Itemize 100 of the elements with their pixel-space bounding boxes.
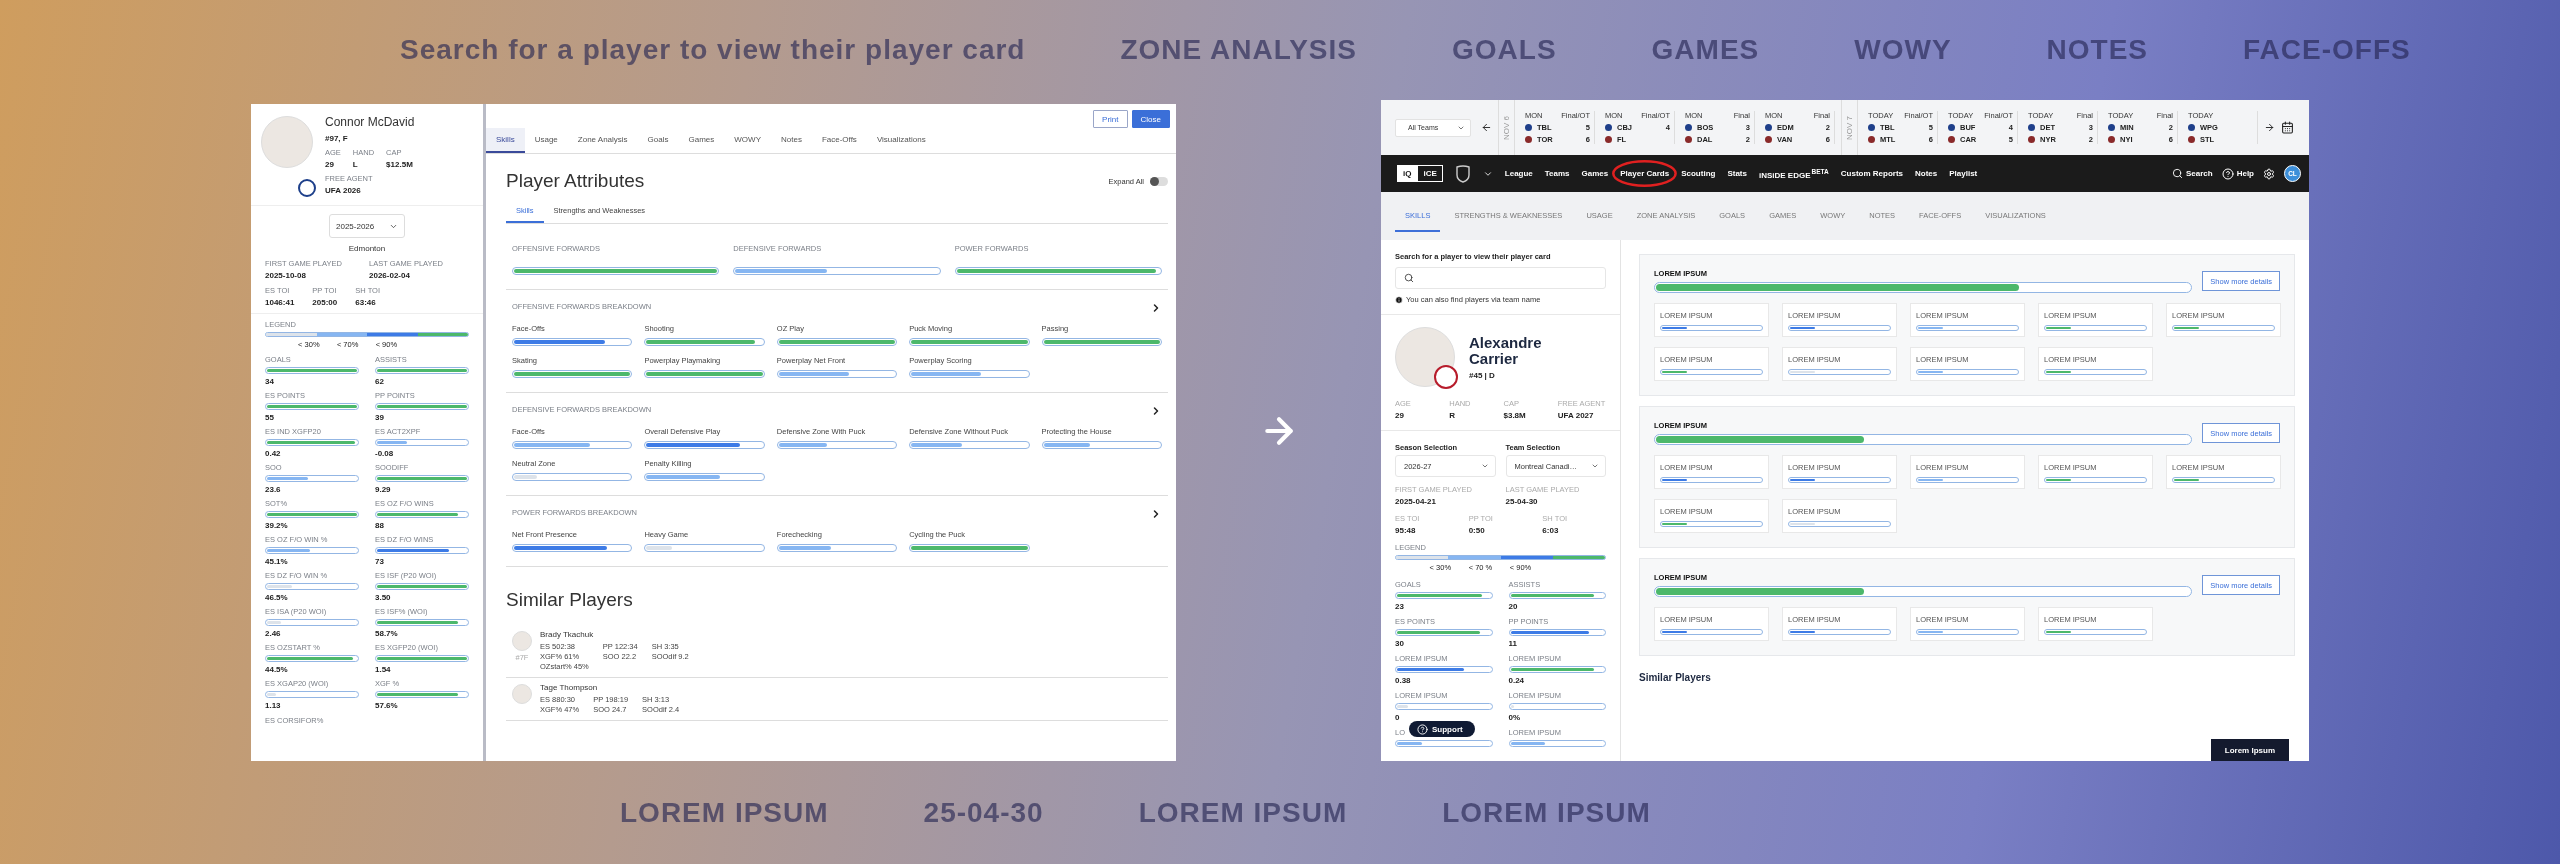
background-word: GOALS: [1452, 34, 1557, 66]
tab[interactable]: Games: [678, 128, 725, 153]
background-word: LOREM IPSUM: [620, 796, 829, 829]
shield-logo-icon[interactable]: [1454, 164, 1471, 183]
section-title: Player Attributes: [506, 170, 645, 192]
fact-value: $12.5M: [386, 160, 413, 170]
tab[interactable]: Visualizations: [866, 128, 936, 153]
search-icon: [2171, 168, 2183, 179]
stat-value: 2026-02-04: [369, 271, 411, 281]
nav-link[interactable]: Scouting: [1681, 169, 1716, 178]
calendar-icon[interactable]: [2281, 121, 2294, 134]
arrow-right-icon[interactable]: [2264, 122, 2275, 133]
background-word: ZONE ANALYSIS: [1120, 34, 1357, 66]
metric-value: 0.38: [1395, 676, 1412, 685]
caret-icon: [1480, 462, 1489, 470]
nav-link[interactable]: League: [1504, 169, 1533, 178]
background-word: Search for a player to view their player card: [400, 34, 1026, 66]
tab[interactable]: Face-Offs: [811, 128, 867, 153]
fact-value: 29: [325, 160, 335, 170]
metric-value: 55: [265, 413, 275, 423]
stat-value: 25-04-30: [1505, 497, 1539, 506]
logo-text[interactable]: iQ: [1397, 165, 1418, 182]
tab[interactable]: Skills: [486, 128, 525, 153]
player-number: #45 | D: [1469, 370, 1496, 380]
nav-link[interactable]: Custom Reports: [1840, 169, 1903, 178]
fact-value: UFA 2026: [325, 186, 362, 196]
tab[interactable]: Zone Analysis: [567, 128, 638, 153]
stat-value: 1046:41: [265, 298, 295, 308]
nav-link[interactable]: iNSiDE EDGE$^{BETA}$: [1758, 167, 1829, 180]
background-word: 25-04-30: [923, 796, 1044, 829]
support-button[interactable]: Support: [1409, 721, 1475, 737]
team-logo-icon: [1434, 365, 1458, 389]
fact-value: UFA 2027: [1557, 411, 1595, 420]
section-title: Similar Players: [506, 589, 634, 611]
metric-value: 88: [375, 521, 385, 531]
background-word: LOREM IPSUM: [1138, 796, 1348, 829]
metric-value: 62: [375, 377, 385, 387]
background-word: LOREM IPSUM: [1442, 796, 1651, 829]
metric-value: 58.7%: [375, 629, 399, 639]
search-icon: [1404, 273, 1414, 283]
metric-value: 2.46: [265, 629, 282, 639]
metric-value: 39: [375, 413, 385, 423]
arrow-left-icon[interactable]: [1481, 122, 1492, 133]
tab[interactable]: Goals: [637, 128, 679, 153]
metric-value: 11: [1508, 639, 1518, 648]
fact-value: L: [352, 160, 359, 170]
fact-value: $3.8M: [1503, 411, 1527, 420]
metric-value: 39.2%: [265, 521, 289, 531]
metric-value: 46.5%: [265, 593, 289, 603]
action-button[interactable]: Lorem Ipsum: [2210, 739, 2289, 761]
nav-link[interactable]: Notes: [1915, 169, 1938, 178]
season-dropdown[interactable]: 2025-2026: [329, 214, 405, 239]
metric-value: 0: [1395, 713, 1401, 722]
stat-value: 2025-10-08: [265, 271, 307, 281]
player-photo-placeholder: [512, 631, 532, 651]
help-icon: [1417, 723, 1428, 735]
team-name: Edmonton: [348, 244, 386, 254]
stat-value: 6:03: [1542, 526, 1560, 535]
metric-value: 23.6: [265, 485, 282, 495]
metric-value: 0.42: [265, 449, 282, 459]
stat-value: 63:46: [355, 298, 377, 308]
help-button[interactable]: Help: [2221, 167, 2254, 180]
expand-all-toggle[interactable]: [1150, 176, 1168, 186]
background-word: GAMES: [1651, 34, 1760, 66]
player-name[interactable]: Brady Tkachuk: [540, 631, 689, 640]
stat-value: 205:00: [312, 298, 338, 308]
fact-value: 29: [1395, 411, 1405, 420]
player-photo-placeholder: [261, 116, 313, 168]
tab[interactable]: Usage: [524, 128, 568, 153]
background-word: NOTES: [2046, 34, 2149, 66]
help-icon: [2221, 167, 2234, 180]
metric-value: -0.08: [375, 449, 395, 459]
metric-value: 1.54: [375, 665, 392, 675]
player-search-field[interactable]: [1395, 267, 1606, 289]
player-name: Connor McDavid: [325, 116, 415, 130]
metric-value: 44.5%: [265, 665, 289, 675]
metric-value: 9.29: [375, 485, 392, 495]
fact-value: R: [1449, 411, 1457, 420]
logo-text[interactable]: iCE: [1417, 165, 1443, 182]
player-photo-placeholder: [512, 683, 532, 704]
player-name: Alexandre Carrier: [1469, 334, 1543, 368]
nav-link[interactable]: Games: [1581, 169, 1609, 178]
tab[interactable]: WOWY: [724, 128, 771, 153]
metric-value: 45.1%: [265, 557, 289, 567]
search-button[interactable]: Search: [2171, 168, 2213, 179]
team-logo-icon: [298, 179, 316, 198]
metric-value: 30: [1395, 639, 1405, 648]
metric-value: 1.13: [265, 701, 282, 711]
metric-value: 0.24: [1508, 676, 1526, 685]
nav-link[interactable]: Stats: [1727, 169, 1747, 178]
background-word: WOWY: [1854, 34, 1952, 66]
print-button[interactable]: Print: [1093, 110, 1128, 128]
metric-value: 34: [265, 377, 275, 387]
player-name[interactable]: Tage Thompson: [540, 683, 680, 693]
close-button[interactable]: Close: [1131, 110, 1170, 128]
nav-link[interactable]: Playlist: [1949, 169, 1978, 178]
settings-icon[interactable]: [2263, 167, 2275, 180]
tab[interactable]: Notes: [771, 128, 812, 153]
nav-link[interactable]: Teams: [1544, 169, 1570, 178]
player-number: #97, F: [325, 134, 349, 144]
